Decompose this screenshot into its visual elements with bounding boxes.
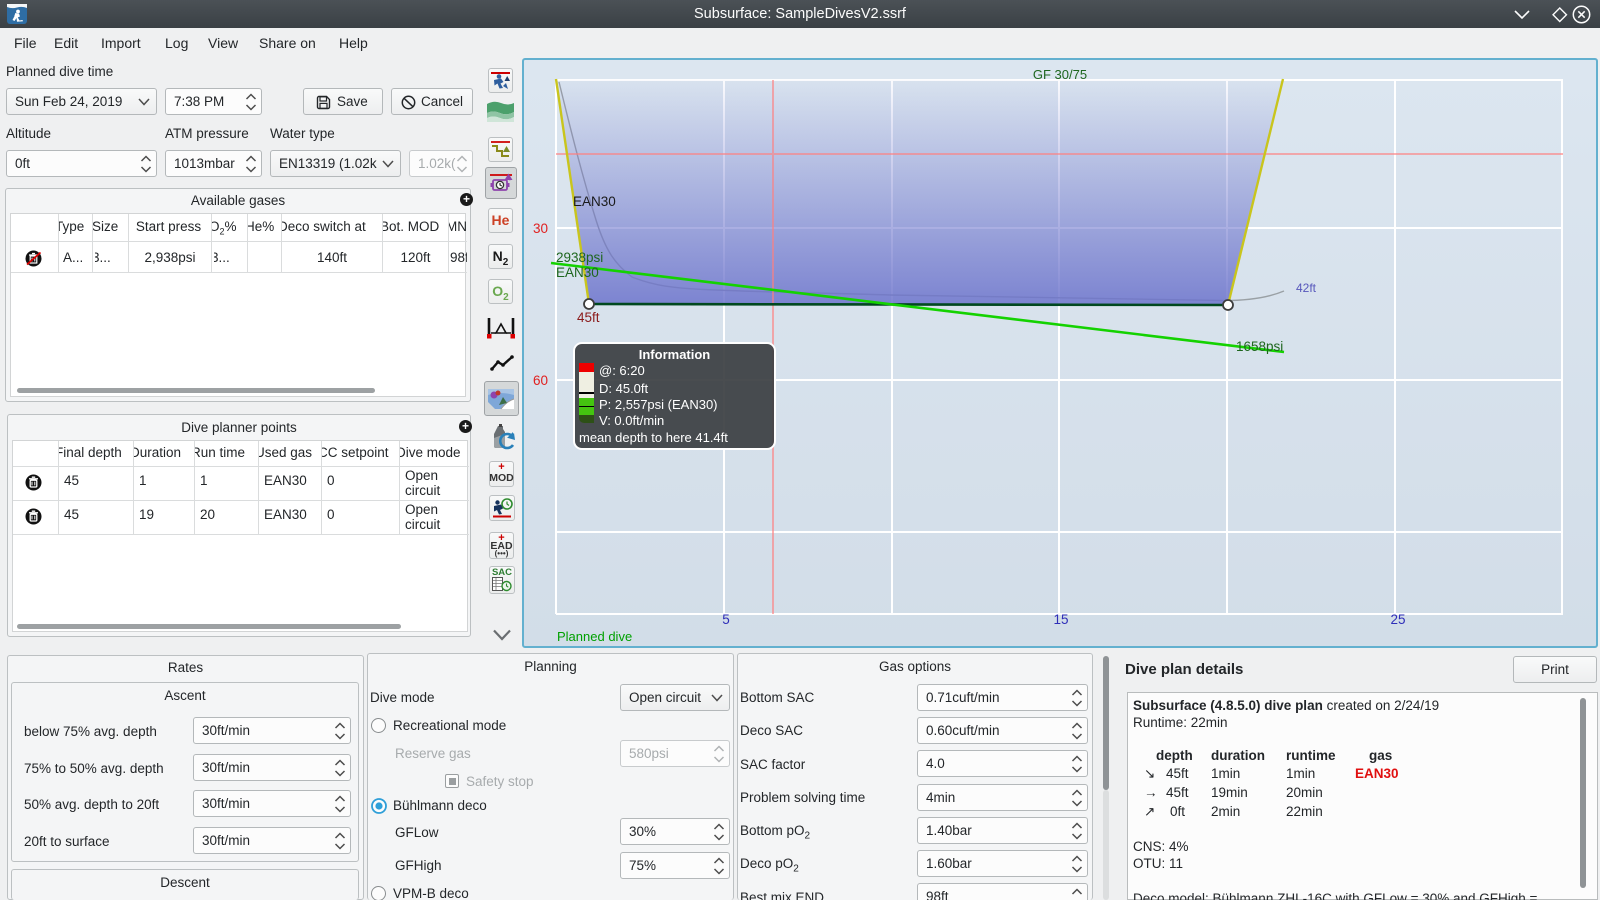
svg-text:2938psi: 2938psi xyxy=(556,250,603,265)
svg-text:EAN30: EAN30 xyxy=(573,194,616,209)
svg-text:EAN30: EAN30 xyxy=(556,265,599,280)
svg-text:1658psi: 1658psi xyxy=(1236,339,1283,354)
svg-text:25: 25 xyxy=(1390,612,1405,627)
svg-text:42ft: 42ft xyxy=(1296,281,1317,295)
svg-text:45ft: 45ft xyxy=(577,310,600,325)
svg-text:5: 5 xyxy=(722,612,730,627)
svg-text:30: 30 xyxy=(533,221,548,236)
svg-text:60: 60 xyxy=(533,373,548,388)
svg-text:Planned dive: Planned dive xyxy=(557,629,632,644)
svg-text:GF 30/75: GF 30/75 xyxy=(1033,67,1087,82)
svg-text:15: 15 xyxy=(1053,612,1068,627)
